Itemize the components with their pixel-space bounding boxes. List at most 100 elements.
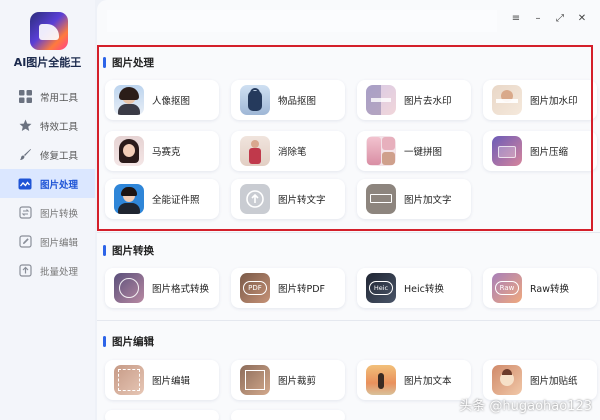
sidebar-item-image-edit[interactable]: 图片编辑 [0,227,95,256]
sidebar-item-label: 图片转换 [40,208,79,220]
tool-card-portrait-cutout[interactable]: 人像抠图 [105,80,219,120]
tool-card-label: 图片转文字 [278,195,326,206]
upload-thumb [240,184,270,214]
eraser-thumb [240,136,270,166]
crop-thumb [240,365,270,395]
tool-card-label: Heic转换 [404,284,444,295]
star-icon [18,119,32,133]
add-text-thumb [366,184,396,214]
tool-card-crop[interactable]: 图片裁剪 [231,360,345,400]
sidebar-item-repair-tools[interactable]: 修复工具 [0,140,95,169]
section-title-image-processing: 图片处理 [103,55,154,70]
sidebar-item-image-processing[interactable]: 图片处理 [0,169,95,198]
sidebar-item-batch[interactable]: 批量处理 [0,256,95,285]
portrait-thumb [114,85,144,115]
sidebar-item-image-convert[interactable]: 图片转换 [0,198,95,227]
id-photo-thumb [114,184,144,214]
sidebar-item-label: 图片编辑 [40,237,79,249]
tool-card-label: 物品抠图 [278,96,317,107]
minimize-icon[interactable]: – [532,12,544,24]
raw-badge: Raw [495,281,519,295]
watermark-text: 头条 @hugaohao123 [459,399,592,414]
tool-card-label: 图片压缩 [530,147,569,158]
tool-card-add-caption[interactable]: 图片加文本 [357,360,471,400]
tool-card-label: 马赛克 [152,147,181,158]
heic-badge: Heic [369,281,393,295]
app-name: AI图片全能王 [13,56,82,69]
sidebar: AI图片全能王 常用工具 特效工具 修复工具 图片处理 图片转换 图片编辑 批量… [0,0,95,420]
sticker-thumb [492,365,522,395]
tool-card-label: 图片加贴纸 [530,376,578,387]
menu-icon[interactable]: ≡ [510,12,522,24]
tool-card-to-pdf[interactable]: PDF 图片转PDF [231,268,345,308]
beach-thumb [366,365,396,395]
main-panel: ≡ – ⤢ ✕ 图片处理 人像抠图 物品抠图 图片去水印 图片加水印 马赛克 消… [97,0,600,420]
tool-card-compress[interactable]: 图片压缩 [483,131,597,171]
convert-icon [18,206,32,220]
tool-card-label: 图片加文字 [404,195,452,206]
window-controls: ≡ – ⤢ ✕ [510,12,588,24]
image-wave-icon [18,177,32,191]
edit-icon [18,235,32,249]
maximize-icon[interactable]: ⤢ [554,12,566,24]
tool-card-partial[interactable] [105,410,219,420]
format-thumb [114,273,144,303]
pdf-thumb: PDF [240,273,270,303]
raw-thumb: Raw [492,273,522,303]
section-accent-bar [103,336,106,347]
top-bar [107,10,497,32]
tool-card-id-photo[interactable]: 全能证件照 [105,179,219,219]
sidebar-item-common-tools[interactable]: 常用工具 [0,82,95,111]
sidebar-nav: 常用工具 特效工具 修复工具 图片处理 图片转换 图片编辑 批量处理 [0,82,95,285]
tool-card-add-watermark[interactable]: 图片加水印 [483,80,597,120]
sidebar-item-label: 图片处理 [40,179,79,191]
tool-card-label: 图片加水印 [530,96,578,107]
section-title-text: 图片处理 [112,57,154,69]
tool-card-label: 图片去水印 [404,96,452,107]
tool-card-label: 图片加文本 [404,376,452,387]
mosaic-thumb [114,136,144,166]
section-title-text: 图片转换 [112,245,154,257]
tool-card-mosaic[interactable]: 马赛克 [105,131,219,171]
heic-thumb: Heic [366,273,396,303]
backpack-thumb [240,85,270,115]
close-icon[interactable]: ✕ [576,12,588,24]
section-title-image-edit: 图片编辑 [103,334,154,349]
sidebar-item-label: 特效工具 [40,121,79,133]
tool-card-heic-convert[interactable]: Heic Heic转换 [357,268,471,308]
section-divider [97,232,600,233]
tool-card-add-text[interactable]: 图片加文字 [357,179,471,219]
tool-card-sticker[interactable]: 图片加贴纸 [483,360,597,400]
tool-card-label: 图片裁剪 [278,376,317,387]
tool-card-image-to-text[interactable]: 图片转文字 [231,179,345,219]
remove-watermark-thumb [366,85,396,115]
tool-card-label: 人像抠图 [152,96,191,107]
tool-card-raw-convert[interactable]: Raw Raw转换 [483,268,597,308]
section-accent-bar [103,57,106,68]
tool-card-label: 图片转PDF [278,284,326,295]
sidebar-item-effect-tools[interactable]: 特效工具 [0,111,95,140]
section-divider [97,320,600,321]
sidebar-item-label: 修复工具 [40,150,79,162]
app-logo [30,12,68,50]
edit-thumb [114,365,144,395]
tool-card-remove-watermark[interactable]: 图片去水印 [357,80,471,120]
add-watermark-thumb [492,85,522,115]
tool-card-object-cutout[interactable]: 物品抠图 [231,80,345,120]
tool-card-eraser[interactable]: 消除笔 [231,131,345,171]
tool-card-image-edit[interactable]: 图片编辑 [105,360,219,400]
collage-thumb [366,136,396,166]
tool-card-collage[interactable]: 一键拼图 [357,131,471,171]
tool-card-label: 全能证件照 [152,195,200,206]
batch-icon [18,264,32,278]
section-title-text: 图片编辑 [112,336,154,348]
tool-card-label: Raw转换 [530,284,569,295]
brush-icon [18,148,32,162]
pdf-badge: PDF [243,281,267,295]
tool-card-label: 消除笔 [278,147,307,158]
tool-card-format-convert[interactable]: 图片格式转换 [105,268,219,308]
grid-icon [18,90,32,104]
tool-card-partial[interactable] [231,410,345,420]
section-accent-bar [103,245,106,256]
sidebar-item-label: 常用工具 [40,92,79,104]
